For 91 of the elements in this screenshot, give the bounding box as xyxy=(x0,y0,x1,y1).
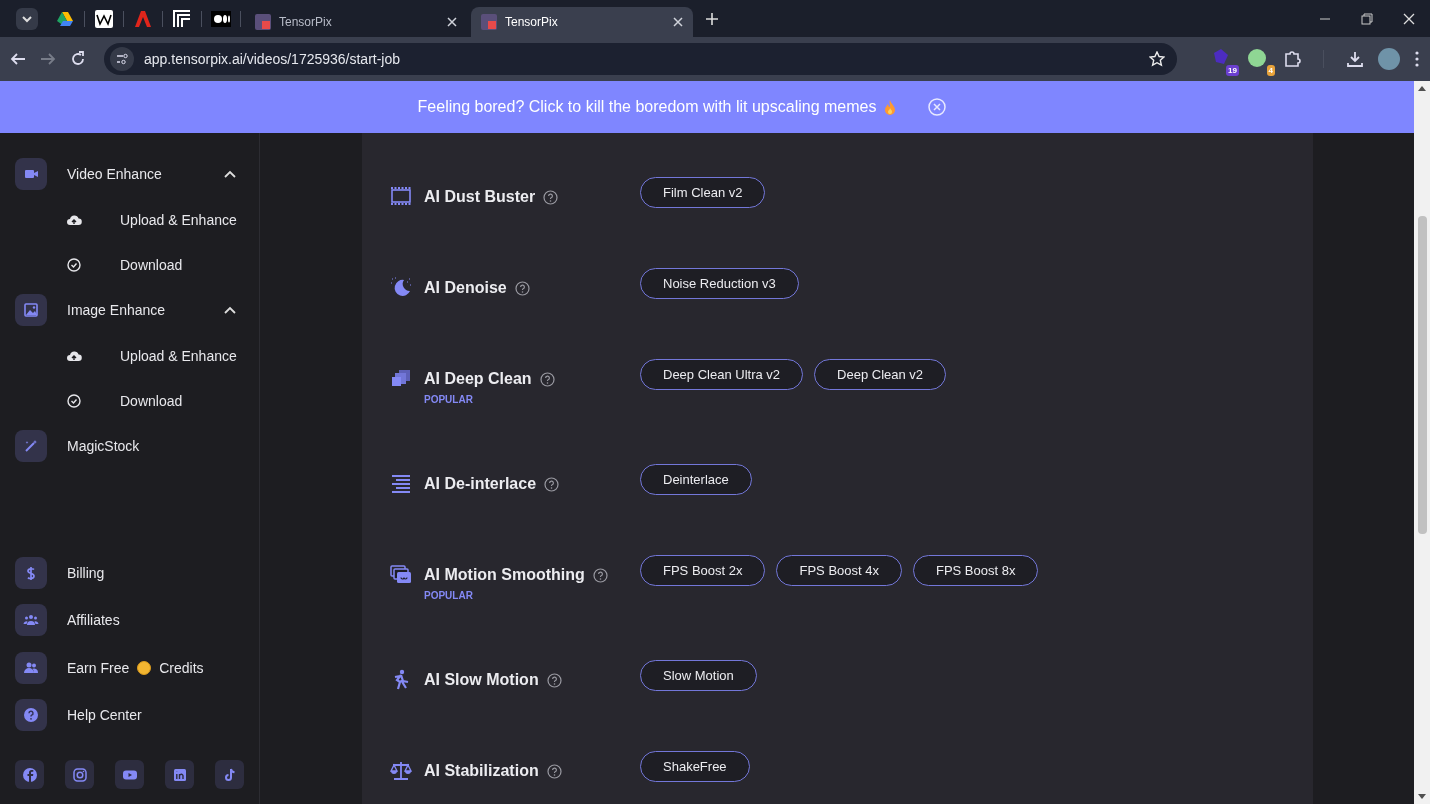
scrollbar-thumb[interactable] xyxy=(1417,216,1427,534)
popular-label: POPULAR xyxy=(424,590,474,601)
sidebar-item[interactable]: Help Center xyxy=(15,691,244,739)
sidebar-item[interactable]: Video Enhance xyxy=(15,151,244,197)
help-icon xyxy=(23,707,39,724)
magic-wand-icon xyxy=(23,438,39,454)
help-icon[interactable] xyxy=(539,371,555,387)
tab-list-button[interactable] xyxy=(16,8,38,30)
stacked-frames-icon xyxy=(390,564,412,586)
model-option-button[interactable]: Deep Clean Ultra v2 xyxy=(640,359,804,390)
linkedin-icon xyxy=(171,766,188,783)
tensorpix-icon xyxy=(481,14,497,30)
drive-icon[interactable] xyxy=(57,12,73,26)
download-icon[interactable] xyxy=(1346,50,1364,68)
browser-tab[interactable]: TensorPix xyxy=(471,7,693,37)
model-option-button[interactable]: Deinterlace xyxy=(640,464,752,495)
social-link[interactable] xyxy=(15,760,44,789)
help-icon[interactable] xyxy=(514,280,530,296)
facebook-icon xyxy=(21,766,38,783)
model-option-button[interactable]: Deep Clean v2 xyxy=(814,359,947,390)
sidebar-label: Earn Free xyxy=(67,659,130,676)
sidebar-item[interactable]: Billing xyxy=(15,549,244,597)
scroll-down-icon[interactable] xyxy=(1418,794,1426,800)
help-icon[interactable] xyxy=(546,672,562,688)
stripes-icon[interactable] xyxy=(173,10,191,28)
model-option-button[interactable]: FPS Boost 8x xyxy=(912,555,1039,586)
back-icon[interactable] xyxy=(10,51,26,67)
sidebar-subitem[interactable]: Download xyxy=(15,378,244,423)
menu-icon[interactable] xyxy=(1414,50,1420,68)
model-option-button[interactable]: Film Clean v2 xyxy=(640,177,766,208)
fire-icon xyxy=(884,99,897,115)
tensorpix-icon xyxy=(255,14,271,30)
sidebar-subitem[interactable]: Download xyxy=(15,242,244,287)
social-link[interactable] xyxy=(215,760,244,789)
close-icon[interactable] xyxy=(1403,12,1415,25)
sidebar-label: Credits xyxy=(159,659,204,676)
help-icon[interactable] xyxy=(546,763,562,779)
social-link[interactable] xyxy=(115,760,144,789)
social-link[interactable] xyxy=(165,760,194,789)
extension-icon[interactable] xyxy=(1247,48,1269,70)
help-icon[interactable] xyxy=(544,476,560,492)
chevron-up-icon[interactable] xyxy=(224,170,236,178)
lines-icon xyxy=(390,473,412,495)
forward-icon[interactable] xyxy=(40,51,56,67)
help-icon[interactable] xyxy=(592,567,608,583)
check-circle-icon xyxy=(66,392,82,409)
coin-icon xyxy=(137,660,152,675)
address-bar[interactable]: app.tensorpix.ai/videos/1725936/start-job xyxy=(104,43,1177,75)
extension-badge: 19 xyxy=(1226,65,1239,76)
model-option-button[interactable]: Noise Reduction v3 xyxy=(640,268,799,299)
reload-icon[interactable] xyxy=(70,51,86,67)
dots-icon[interactable] xyxy=(211,11,231,27)
popular-label: POPULAR xyxy=(424,394,474,405)
model-option-button[interactable]: FPS Boost 2x xyxy=(640,555,766,586)
feature-title: AI Denoise xyxy=(424,279,507,297)
feature-title: AI Slow Motion xyxy=(424,671,539,689)
help-icon[interactable] xyxy=(543,189,559,205)
people-icon-tile[interactable] xyxy=(15,651,47,684)
wikipedia-icon[interactable] xyxy=(95,10,113,28)
scroll-up-icon[interactable] xyxy=(1418,85,1426,91)
sidebar-item[interactable]: MagicStock xyxy=(15,423,244,469)
new-tab-icon[interactable] xyxy=(705,12,719,26)
site-settings-icon[interactable] xyxy=(110,47,134,71)
balance-scale-icon xyxy=(390,760,412,782)
puzzle-icon[interactable] xyxy=(1283,50,1301,68)
chevron-up-icon[interactable] xyxy=(224,306,236,314)
model-option-button[interactable]: Slow Motion xyxy=(640,660,757,691)
model-option-button[interactable]: FPS Boost 4x xyxy=(776,555,902,586)
sidebar-item[interactable]: Image Enhance xyxy=(15,287,244,333)
feature-title: AI Deep Clean xyxy=(424,370,532,388)
close-icon[interactable] xyxy=(673,17,683,27)
browser-tab[interactable]: TensorPix xyxy=(245,7,467,37)
close-icon[interactable] xyxy=(447,17,457,27)
feature-title: AI De-interlace xyxy=(424,475,537,493)
feature-title: AI Motion Smoothing xyxy=(424,566,585,584)
extension-badge: 4 xyxy=(1266,65,1275,76)
model-option-button[interactable]: ShakeFree xyxy=(640,751,750,782)
sidebar-subitem[interactable]: Upload & Enhance xyxy=(15,333,244,378)
instagram-icon xyxy=(71,766,88,783)
feature-title: AI Stabilization xyxy=(424,762,539,780)
sidebar-subitem[interactable]: Upload & Enhance xyxy=(15,197,244,242)
sidebar-item[interactable]: Affiliates xyxy=(15,596,244,644)
moon-icon xyxy=(390,277,412,299)
image-icon xyxy=(23,302,39,318)
film-strip-icon xyxy=(390,186,412,208)
star-icon[interactable] xyxy=(1149,51,1165,67)
feature-title: AI Dust Buster xyxy=(424,188,536,206)
social-link[interactable] xyxy=(65,760,94,789)
check-circle-icon xyxy=(66,256,82,273)
profile-avatar[interactable] xyxy=(1378,48,1400,70)
restore-icon[interactable] xyxy=(1361,12,1373,25)
